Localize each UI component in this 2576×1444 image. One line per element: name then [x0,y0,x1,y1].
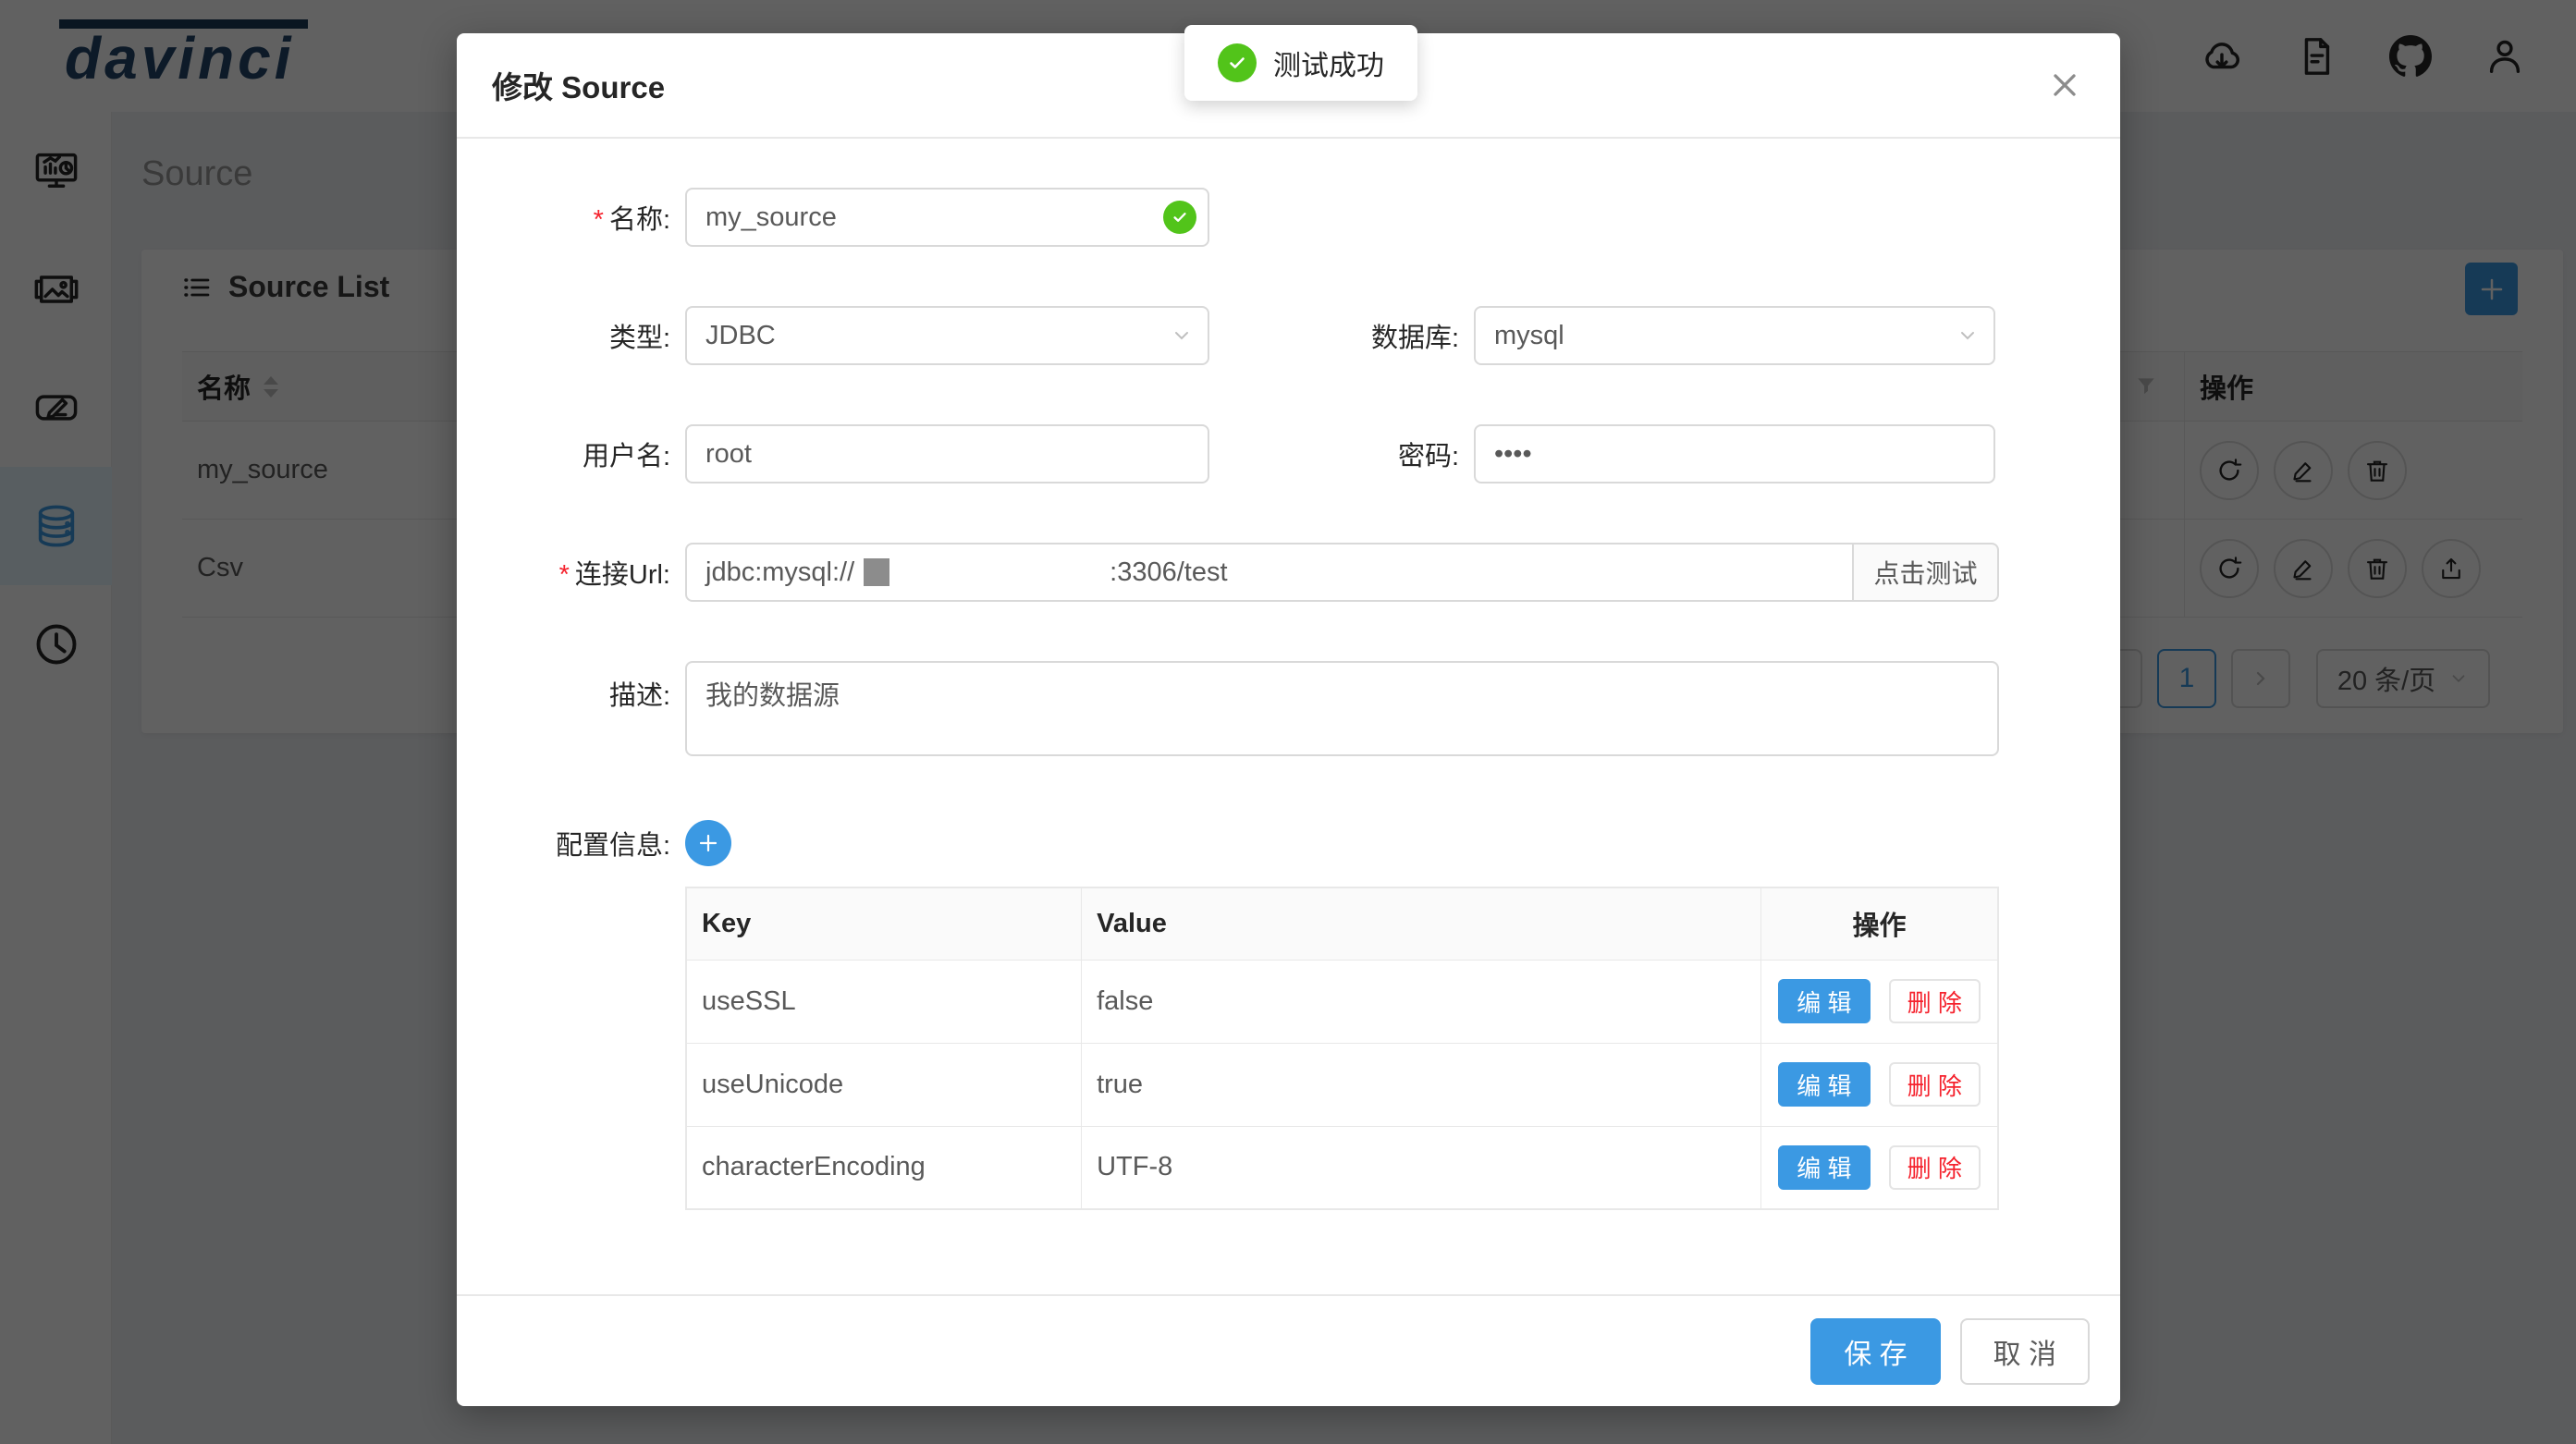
config-value-header: Value [1082,887,1761,960]
config-row: 配置信息: [457,818,2120,867]
config-value: false [1082,960,1761,1043]
config-key: useUnicode [686,1043,1082,1126]
edit-source-modal: 修改 Source *名称: 类型: [457,33,2120,1406]
config-table: Key Value 操作 useSSL false 编 辑 删 除 useUni… [685,887,1999,1210]
modal-close-button[interactable] [2046,67,2083,104]
password-label: 密码: [1398,442,1459,471]
description-textarea[interactable]: 我的数据源 [685,661,1999,756]
description-label: 描述: [609,681,670,711]
name-label: 名称: [609,205,670,235]
config-value: UTF-8 [1082,1126,1761,1209]
config-table-header: Key Value 操作 [686,887,1998,960]
delete-config-button[interactable]: 删 除 [1889,1145,1981,1190]
add-config-button[interactable] [685,820,731,866]
check-circle-icon [1218,43,1257,82]
davinci-app: davinci [0,0,2576,1444]
success-toast: 测试成功 [1184,25,1417,101]
username-label: 用户名: [583,442,670,471]
url-suffix: :3306/test [1110,557,1227,588]
modal-footer: 保 存 取 消 [457,1294,2120,1406]
save-button[interactable]: 保 存 [1810,1318,1940,1385]
config-key: characterEncoding [686,1126,1082,1209]
name-input[interactable] [685,188,1209,247]
database-label: 数据库: [1371,324,1459,353]
modal-title: 修改 Source [492,63,665,107]
edit-config-button[interactable]: 编 辑 [1778,979,1870,1023]
url-label: 连接Url: [575,560,670,590]
config-table-row: useSSL false 编 辑 删 除 [686,960,1998,1043]
description-row: 描述: 我的数据源 [457,661,2120,756]
password-input[interactable] [1474,424,1995,483]
test-connection-button[interactable]: 点击测试 [1852,543,1999,602]
config-table-row: useUnicode true 编 辑 删 除 [686,1043,1998,1126]
url-row: *连接Url: jdbc:mysql:// :3306/test 点击测试 [457,543,2120,602]
edit-config-button[interactable]: 编 辑 [1778,1145,1870,1190]
config-table-row: characterEncoding UTF-8 编 辑 删 除 [686,1126,1998,1209]
type-select[interactable]: JDBC [685,306,1209,365]
config-key: useSSL [686,960,1082,1043]
type-value: JDBC [705,321,776,351]
database-select[interactable]: mysql [1474,306,1995,365]
close-icon [2046,67,2083,104]
required-asterisk: * [594,205,604,235]
type-db-row: 类型: JDBC 数据库: mysql [457,306,2120,365]
config-label: 配置信息: [556,831,670,861]
type-label: 类型: [609,324,670,353]
url-prefix: jdbc:mysql:// [705,557,854,588]
name-row: *名称: [457,188,2120,247]
url-input[interactable]: jdbc:mysql:// :3306/test [685,543,1852,602]
delete-config-button[interactable]: 删 除 [1889,979,1981,1023]
plus-icon [697,832,719,854]
redacted-host-block [864,558,889,586]
cancel-button[interactable]: 取 消 [1960,1318,2090,1385]
database-value: mysql [1494,321,1564,351]
config-action-header: 操作 [1761,887,1998,960]
config-value: true [1082,1043,1761,1126]
delete-config-button[interactable]: 删 除 [1889,1062,1981,1107]
edit-config-button[interactable]: 编 辑 [1778,1062,1870,1107]
config-key-header: Key [686,887,1082,960]
user-pwd-row: 用户名: 密码: [457,424,2120,483]
valid-check-icon [1163,201,1196,234]
required-asterisk: * [559,560,570,590]
toast-message: 测试成功 [1273,43,1384,83]
username-input[interactable] [685,424,1209,483]
